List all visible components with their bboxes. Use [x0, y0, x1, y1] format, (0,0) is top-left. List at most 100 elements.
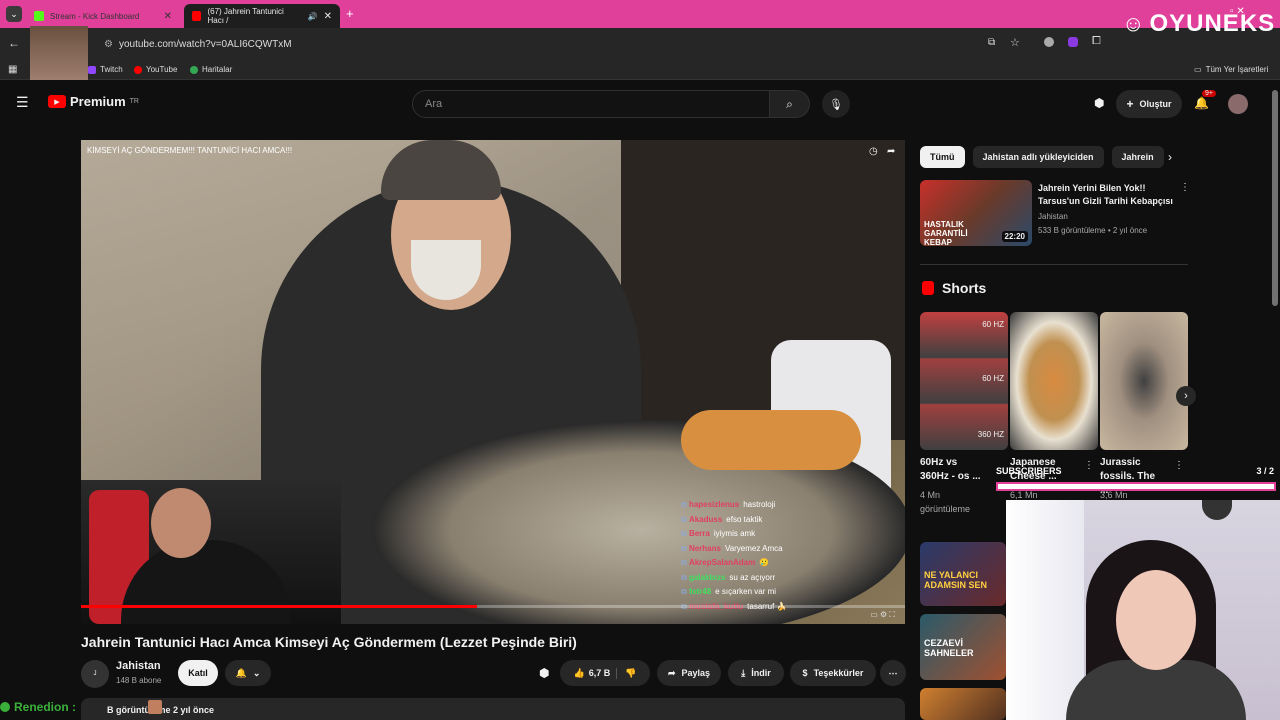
share-arrow-icon[interactable]: ➦	[887, 146, 895, 157]
thanks-button[interactable]: $ Teşekkürler	[790, 660, 876, 686]
streamer-webcam-small	[30, 26, 88, 82]
youtube-play-icon: ▶	[48, 95, 66, 108]
video-player[interactable]: KİMSEYİ AÇ GÖNDERMEM!!! TANTUNİCİ HACI A…	[81, 140, 905, 624]
short-card[interactable]: 60 HZ 60 HZ 360 HZ	[920, 312, 1008, 450]
url-field[interactable]: ⚙ youtube.com/watch?v=0ALI6CQWTxM	[88, 32, 1038, 56]
chat-message: ⧉ hapesizlenus hastroloji	[681, 498, 786, 513]
new-tab-button[interactable]: +	[346, 6, 354, 21]
page-scrollbar[interactable]	[1272, 90, 1278, 306]
share-button[interactable]: ➦ Paylaş	[657, 660, 721, 686]
like-button[interactable]: 👍 6,7 B	[574, 668, 611, 679]
chat-username: Akaduss	[688, 514, 723, 524]
puzzle-icon[interactable]: ⧠	[1092, 35, 1101, 48]
account-avatar[interactable]	[1228, 94, 1248, 114]
extension-icon[interactable]	[1068, 37, 1078, 47]
dislike-button[interactable]: 👎	[616, 667, 636, 679]
chip-label: Tümü	[930, 152, 955, 162]
chat-text: su az açıyorr	[729, 572, 776, 582]
channel-avatar[interactable]: J	[81, 660, 109, 688]
player-controls[interactable]: ▭ ⚙ ⛶	[870, 610, 895, 620]
chat-username-overlay: Renedion :	[0, 700, 162, 714]
chat-badge-icon: ⧉	[681, 587, 689, 596]
tab-youtube-video[interactable]: (67) Jahrein Tantunici Hacı / 🔊 ✕	[184, 4, 340, 28]
channel-row: J Jahistan 148 B abone Katıl 🔔 ⌄ ⬢ 👍 6,7 B…	[81, 656, 906, 690]
sidebar-thumbnail[interactable]: NE YALANCI ADAMSIN SEN	[920, 542, 1006, 606]
download-label: İndir	[751, 668, 771, 678]
youtube-logo[interactable]: ▶ Premium TR	[48, 94, 139, 109]
chat-message: ⧉ Berra iyiymis amk	[681, 527, 786, 542]
sidebar-thumbnail[interactable]	[920, 688, 1006, 720]
search-icon: ⌕	[786, 96, 793, 111]
site-info-icon[interactable]: ⚙	[104, 39, 113, 50]
bookmark-maps[interactable]: Haritalar	[190, 65, 232, 74]
tab-label: Stream - Kick Dashboard	[50, 11, 140, 21]
menu-icon[interactable]: ☰	[16, 94, 29, 111]
subscribers-count: 3 / 2	[1256, 466, 1274, 476]
tab-kick-dashboard[interactable]: Stream - Kick Dashboard ✕	[26, 4, 180, 28]
channel-name[interactable]: Jahistan	[116, 660, 161, 672]
bookmark-star-icon[interactable]: ☆	[1010, 36, 1020, 49]
search-input[interactable]: Ara	[412, 90, 770, 118]
create-button[interactable]: + Oluştur	[1116, 90, 1182, 118]
chip-all[interactable]: Tümü	[920, 146, 965, 168]
chevron-right-icon[interactable]: ›	[1168, 150, 1172, 164]
chat-message: ⧉ AkrepSalanAdam 🥲	[681, 556, 786, 571]
bookmarks-bar: ▦ Twitch YouTube Haritalar ▭ Tüm Yer İşa…	[0, 60, 1280, 80]
install-icon[interactable]: ⧉	[988, 37, 995, 48]
premium-icon[interactable]: ⬢	[1094, 96, 1104, 110]
chat-badge-icon: ⧉	[681, 529, 689, 538]
thanks-icon: $	[802, 668, 808, 678]
recommended-video[interactable]: HASTALIK GARANTİLİ KEBAP 22:20 Jahrein Y…	[920, 180, 1190, 248]
chevron-right-icon[interactable]: ›	[1176, 386, 1196, 406]
subscriber-goal-overlay: SUBSCRIBERS 3 / 2	[996, 466, 1276, 492]
short-card[interactable]	[1010, 312, 1098, 450]
rec-channel: Jahistan	[1038, 212, 1068, 221]
extension-icon[interactable]	[1044, 37, 1054, 47]
search-button[interactable]: ⌕	[770, 90, 810, 118]
curtain	[1006, 500, 1084, 720]
chat-username: fotr48	[688, 587, 712, 596]
chat-badge-icon: ⧉	[681, 558, 689, 567]
short-card[interactable]	[1100, 312, 1188, 450]
bookmark-youtube[interactable]: YouTube	[134, 65, 177, 74]
sidebar-thumbnail[interactable]: CEZAEVİ SAHNELER	[920, 614, 1006, 680]
close-icon[interactable]: ✕	[324, 11, 332, 22]
voice-search-button[interactable]: 🎙	[822, 90, 850, 118]
more-actions-button[interactable]: ⋯	[880, 660, 906, 686]
chip-jahrein[interactable]: Jahrein	[1111, 146, 1164, 168]
rec-title: Jahrein Yerini Bilen Yok!! Tarsus'un Giz…	[1038, 183, 1173, 206]
video-thumbnail[interactable]: HASTALIK GARANTİLİ KEBAP 22:20	[920, 180, 1032, 247]
apps-icon[interactable]: ▦	[8, 64, 17, 75]
bell-icon: 🔔	[235, 667, 247, 678]
chip-from-uploader[interactable]: Jahistan adlı yükleyiciden	[972, 146, 1104, 168]
tab-search-button[interactable]: ⌄	[6, 6, 22, 22]
short-meta: 4 Mn görüntüleme	[920, 490, 971, 514]
close-icon[interactable]: ✕	[164, 11, 172, 22]
clock-icon[interactable]: ◷	[869, 146, 878, 157]
emote-icon	[148, 700, 162, 714]
chat-username: AkrepSalanAdam	[688, 558, 756, 567]
bookmark-twitch[interactable]: Twitch	[88, 65, 123, 74]
like-count: 6,7 B	[588, 668, 611, 678]
chat-username: hapesizlenus	[688, 500, 740, 509]
thanks-label: Teşekkürler	[813, 668, 864, 678]
thumbnail-text: HASTALIK GARANTİLİ KEBAP	[924, 220, 968, 247]
thumbnail-text: CEZAEVİ SAHNELER	[924, 638, 974, 658]
all-bookmarks[interactable]: ▭ Tüm Yer İşaretleri	[1194, 65, 1268, 74]
more-vertical-icon[interactable]: ⋮	[1180, 182, 1190, 193]
youtube-icon	[134, 65, 142, 74]
share-label: Paylaş	[681, 668, 711, 678]
scene-bread	[681, 410, 861, 470]
video-description[interactable]: B görüntüleme 2 yıl önce	[81, 698, 905, 720]
join-button[interactable]: Katıl	[178, 660, 218, 686]
back-icon[interactable]: ←	[8, 36, 20, 50]
notifications-button[interactable]: 🔔 9+	[1194, 90, 1216, 110]
notification-settings-button[interactable]: 🔔 ⌄	[225, 660, 271, 686]
cohost-face	[1116, 570, 1196, 670]
video-duration: 22:20	[1001, 231, 1028, 242]
subscriber-progress-bar	[996, 482, 1276, 491]
speaker-icon[interactable]: 🔊	[308, 12, 318, 21]
video-progress-bar[interactable]	[81, 605, 905, 608]
youtube-header: ☰ ▶ Premium TR Ara ⌕ 🎙 ⬢ + Oluştur 🔔 9+	[0, 80, 1280, 128]
download-button[interactable]: ⤓ İndir	[728, 660, 784, 686]
